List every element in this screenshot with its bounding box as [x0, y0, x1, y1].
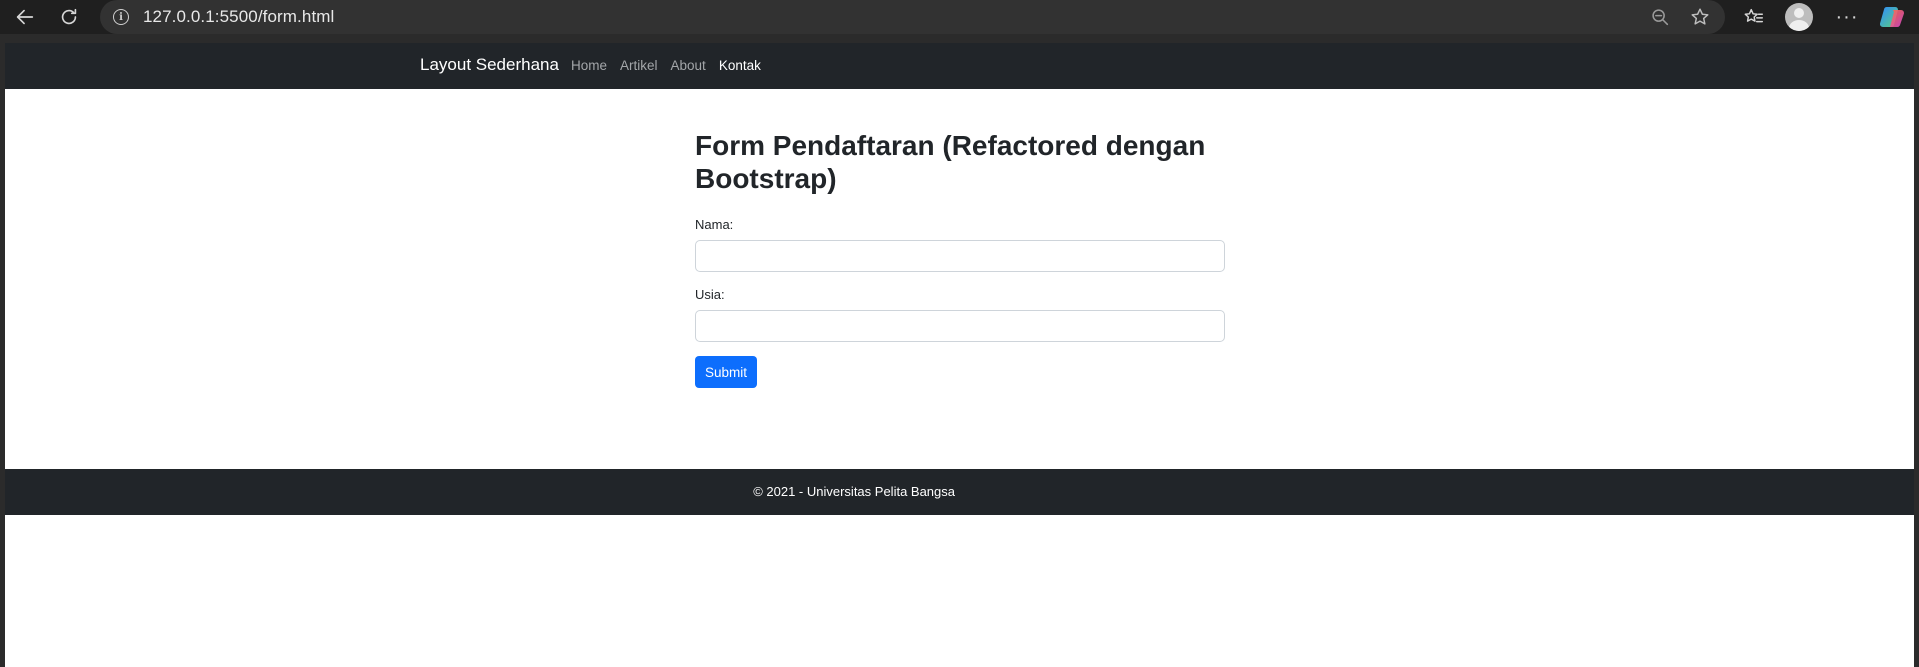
- more-icon[interactable]: ···: [1830, 0, 1864, 34]
- reload-icon[interactable]: [52, 0, 86, 34]
- address-bar[interactable]: i 127.0.0.1:5500/form.html: [100, 0, 1725, 34]
- nav-link-artikel[interactable]: Artikel: [620, 58, 658, 73]
- favorites-icon[interactable]: [1737, 0, 1771, 34]
- registration-form: Nama: Usia: Submit: [695, 217, 1230, 388]
- back-arrow-icon[interactable]: [8, 0, 42, 34]
- nama-input[interactable]: [695, 240, 1225, 272]
- submit-button[interactable]: Submit: [695, 356, 758, 388]
- url-text[interactable]: 127.0.0.1:5500/form.html: [143, 7, 334, 27]
- zoom-out-icon[interactable]: [1643, 0, 1677, 34]
- browser-toolbar: i 127.0.0.1:5500/form.html ···: [0, 0, 1919, 34]
- star-icon[interactable]: [1683, 0, 1717, 34]
- nama-label: Nama:: [695, 217, 734, 232]
- page-title: Form Pendaftaran (Refactored dengan Boot…: [695, 130, 1206, 194]
- copilot-icon[interactable]: [1879, 5, 1905, 29]
- navbar-brand[interactable]: Layout Sederhana: [420, 55, 559, 75]
- nav-link-home[interactable]: Home: [571, 58, 607, 73]
- usia-label: Usia:: [695, 287, 725, 302]
- info-icon[interactable]: i: [113, 9, 129, 25]
- navbar: Layout Sederhana Home Artikel About Kont…: [5, 43, 1914, 89]
- page-viewport: Layout Sederhana Home Artikel About Kont…: [5, 43, 1914, 667]
- nav-link-kontak[interactable]: Kontak: [719, 58, 761, 73]
- footer-text: © 2021 - Universitas Pelita Bangsa: [753, 484, 955, 499]
- usia-input[interactable]: [695, 310, 1225, 342]
- main-content: Form Pendaftaran (Refactored dengan Boot…: [695, 129, 1230, 388]
- footer: © 2021 - Universitas Pelita Bangsa: [5, 469, 1914, 515]
- profile-avatar-icon[interactable]: [1785, 3, 1813, 31]
- nav-links: Home Artikel About Kontak: [571, 58, 761, 73]
- nav-link-about[interactable]: About: [671, 58, 706, 73]
